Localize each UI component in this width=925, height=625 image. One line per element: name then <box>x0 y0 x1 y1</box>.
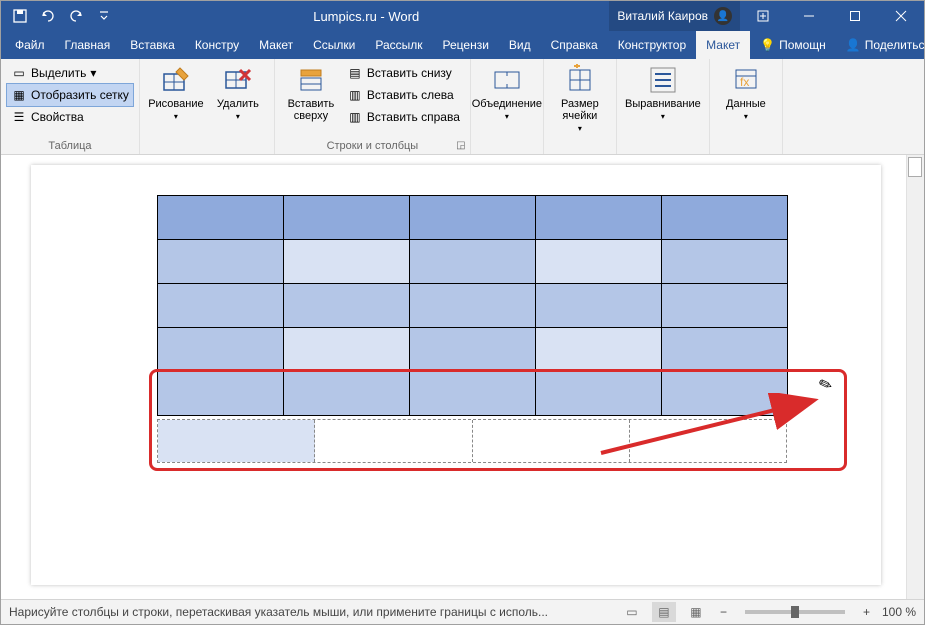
svg-text:fx: fx <box>740 75 749 89</box>
titlebar: Lumpics.ru - Word Виталий Каиров 👤 <box>1 1 924 31</box>
window-controls <box>786 1 924 31</box>
insert-right-button[interactable]: ▥Вставить справа <box>343 106 464 128</box>
insert-row-below-icon: ▤ <box>347 65 363 81</box>
alignment-button[interactable]: Выравнивание▾ <box>623 62 703 130</box>
chevron-down-icon: ▾ <box>174 112 178 121</box>
zoom-level[interactable]: 100 % <box>882 605 916 619</box>
tab-design[interactable]: Констру <box>185 31 249 59</box>
cell-size-button[interactable]: Размер ячейки▾ <box>550 62 610 130</box>
grid-icon: ▦ <box>11 87 27 103</box>
tab-insert[interactable]: Вставка <box>120 31 185 59</box>
table-row <box>158 240 788 284</box>
insert-left-button[interactable]: ▥Вставить слева <box>343 84 464 106</box>
group-merge: Объединение▾ <box>471 59 544 154</box>
zoom-in-button[interactable]: + <box>859 605 874 619</box>
properties-icon: ☰ <box>11 109 27 125</box>
document-table[interactable] <box>157 195 788 416</box>
group-table: ▭Выделить▾ ▦Отобразить сетку ☰Свойства Т… <box>1 59 140 154</box>
share-button[interactable]: 👤Поделиться <box>836 31 925 59</box>
tab-table-layout[interactable]: Макет <box>696 31 750 59</box>
alignment-icon <box>647 64 679 96</box>
properties-button[interactable]: ☰Свойства <box>7 106 133 128</box>
group-cell-size: Размер ячейки▾ <box>544 59 617 154</box>
table-row <box>158 372 788 416</box>
tab-review[interactable]: Рецензи <box>433 31 499 59</box>
vertical-scrollbar[interactable] <box>906 155 924 599</box>
ribbon: ▭Выделить▾ ▦Отобразить сетку ☰Свойства Т… <box>1 59 924 155</box>
redo-button[interactable] <box>63 3 89 29</box>
group-rows-columns: Вставить сверху ▤Вставить снизу ▥Вставит… <box>275 59 471 154</box>
cell-size-icon <box>564 64 596 96</box>
select-button[interactable]: ▭Выделить▾ <box>7 62 133 84</box>
minimize-button[interactable] <box>786 1 832 31</box>
tab-help[interactable]: Справка <box>541 31 608 59</box>
tab-references[interactable]: Ссылки <box>303 31 365 59</box>
statusbar: Нарисуйте столбцы и строки, перетаскивая… <box>1 599 924 624</box>
data-icon: fx <box>730 64 762 96</box>
ribbon-options-button[interactable] <box>740 1 786 31</box>
delete-button[interactable]: Удалить▾ <box>208 62 268 130</box>
dialog-launcher[interactable]: ◲ <box>454 138 468 152</box>
chevron-down-icon: ▾ <box>90 66 96 80</box>
scroll-thumb[interactable] <box>908 157 922 177</box>
group-alignment: Выравнивание▾ <box>617 59 710 154</box>
pencil-table-icon <box>160 64 192 96</box>
autosave-icon[interactable] <box>7 3 33 29</box>
document-area[interactable]: ✎ <box>1 155 924 599</box>
user-name: Виталий Каиров <box>617 9 708 23</box>
zoom-slider[interactable] <box>745 610 845 614</box>
maximize-button[interactable] <box>832 1 878 31</box>
lightbulb-icon: 💡 <box>760 38 775 52</box>
tab-layout[interactable]: Макет <box>249 31 303 59</box>
window-title: Lumpics.ru - Word <box>123 9 609 24</box>
drawn-row <box>157 419 787 463</box>
chevron-down-icon: ▾ <box>744 112 748 121</box>
table-row <box>158 284 788 328</box>
page: ✎ <box>31 165 881 585</box>
share-icon: 👤 <box>846 38 861 52</box>
web-layout-button[interactable]: ▦ <box>684 602 708 622</box>
group-label: Строки и столбцы <box>281 138 464 154</box>
tab-view[interactable]: Вид <box>499 31 541 59</box>
tab-file[interactable]: Файл <box>5 31 55 59</box>
delete-table-icon <box>222 64 254 96</box>
chevron-down-icon: ▾ <box>661 112 665 121</box>
tab-table-design[interactable]: Конструктор <box>608 31 696 59</box>
tab-mailings[interactable]: Рассылк <box>365 31 432 59</box>
insert-row-above-icon <box>295 64 327 96</box>
table-row <box>158 328 788 372</box>
insert-col-left-icon: ▥ <box>347 87 363 103</box>
zoom-out-button[interactable]: − <box>716 605 731 619</box>
read-mode-button[interactable]: ▭ <box>620 602 644 622</box>
print-layout-button[interactable]: ▤ <box>652 602 676 622</box>
chevron-down-icon: ▾ <box>578 124 582 133</box>
undo-button[interactable] <box>35 3 61 29</box>
insert-above-button[interactable]: Вставить сверху <box>281 62 341 130</box>
insert-col-right-icon: ▥ <box>347 109 363 125</box>
tell-me-button[interactable]: 💡Помощн <box>750 31 836 59</box>
chevron-down-icon: ▾ <box>505 112 509 121</box>
ribbon-tabs: Файл Главная Вставка Констру Макет Ссылк… <box>1 31 924 59</box>
merge-button[interactable]: Объединение▾ <box>477 62 537 130</box>
tab-home[interactable]: Главная <box>55 31 121 59</box>
data-button[interactable]: fxДанные▾ <box>716 62 776 130</box>
insert-below-button[interactable]: ▤Вставить снизу <box>343 62 464 84</box>
pencil-cursor-icon: ✎ <box>816 373 835 396</box>
group-draw: Рисование▾ Удалить▾ <box>140 59 275 154</box>
status-message: Нарисуйте столбцы и строки, перетаскивая… <box>9 605 548 619</box>
table-row <box>158 196 788 240</box>
chevron-down-icon: ▾ <box>236 112 240 121</box>
close-button[interactable] <box>878 1 924 31</box>
group-label: Таблица <box>7 138 133 154</box>
user-account[interactable]: Виталий Каиров 👤 <box>609 1 740 31</box>
quick-access-toolbar <box>1 3 123 29</box>
draw-table-button[interactable]: Рисование▾ <box>146 62 206 130</box>
user-avatar: 👤 <box>714 7 732 25</box>
cursor-icon: ▭ <box>11 65 27 81</box>
merge-icon <box>491 64 523 96</box>
group-data: fxДанные▾ <box>710 59 783 154</box>
view-gridlines-button[interactable]: ▦Отобразить сетку <box>7 84 133 106</box>
qat-dropdown[interactable] <box>91 3 117 29</box>
